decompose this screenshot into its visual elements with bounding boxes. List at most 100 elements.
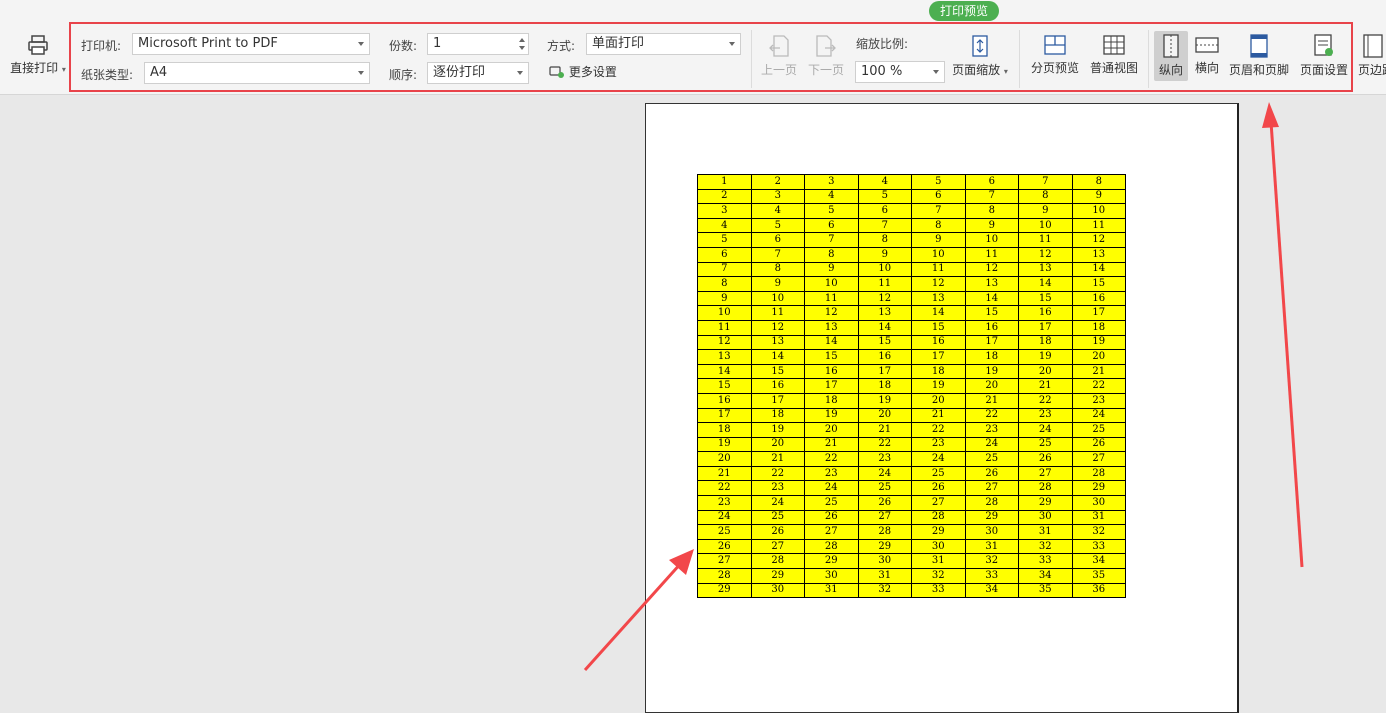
divider [751, 30, 752, 88]
table-cell: 6 [857, 203, 912, 219]
table-cell: 9 [964, 217, 1019, 234]
table-cell: 2 [697, 188, 752, 205]
copies-stepper[interactable]: 1 [427, 33, 529, 55]
table-cell: 22 [964, 407, 1019, 424]
table-cell: 14 [750, 349, 805, 365]
page-break-preview-button[interactable]: 分页预览 [1027, 34, 1083, 76]
table-cell: 20 [750, 436, 805, 453]
table-cell: 8 [750, 261, 805, 278]
order-value: 逐份打印 [433, 65, 486, 80]
table-cell: 4 [804, 188, 859, 205]
table-cell: 26 [1018, 451, 1073, 467]
table-cell: 24 [911, 451, 966, 467]
table-row: 13 14 15 16 17 18 19 20 [697, 349, 1126, 365]
table-cell: 12 [911, 276, 966, 292]
margins-label: 页边距 [1358, 63, 1386, 77]
table-cell: 12 [964, 261, 1019, 278]
table-cell: 6 [804, 217, 859, 234]
table-cell: 19 [857, 392, 912, 409]
table-cell: 27 [857, 509, 912, 526]
table-cell: 22 [1018, 392, 1073, 409]
table-cell: 11 [964, 246, 1019, 263]
table-cell: 19 [1071, 334, 1126, 351]
print-preview-tab[interactable]: 打印预览 [929, 1, 999, 21]
mode-select[interactable]: 单面打印 [586, 33, 741, 55]
table-cell: 3 [804, 174, 859, 190]
table-cell: 7 [1018, 174, 1073, 190]
stepper-arrows-icon[interactable] [519, 36, 525, 52]
table-cell: 33 [911, 582, 966, 599]
header-footer-button[interactable]: 页眉和页脚 [1226, 34, 1292, 78]
header-footer-icon [1250, 34, 1268, 58]
table-cell: 21 [697, 465, 752, 482]
table-cell: 22 [750, 465, 805, 482]
table-cell: 19 [750, 422, 805, 438]
table-cell: 15 [1018, 290, 1073, 307]
table-cell: 19 [804, 407, 859, 424]
margins-button[interactable]: 页边距 [1358, 34, 1386, 78]
printer-select[interactable]: Microsoft Print to PDF [132, 33, 370, 55]
table-row: 9 10 11 12 13 14 15 16 [697, 290, 1126, 307]
table-cell: 9 [750, 276, 805, 292]
portrait-label: 纵向 [1158, 63, 1183, 77]
prev-page-button[interactable]: 上一页 [760, 34, 798, 78]
table-cell: 27 [1071, 451, 1126, 467]
portrait-button[interactable]: 纵向 [1154, 31, 1188, 81]
table-cell: 21 [1018, 378, 1073, 394]
table-row: 24 25 26 27 28 29 30 31 [697, 509, 1126, 526]
table-cell: 32 [1071, 524, 1126, 540]
table-cell: 9 [1018, 203, 1073, 219]
table-cell: 24 [804, 480, 859, 497]
table-cell: 23 [857, 451, 912, 467]
table-row: 26 27 28 29 30 31 32 33 [697, 538, 1126, 555]
paper-value: A4 [150, 65, 168, 80]
table-cell: 29 [857, 538, 912, 555]
table-cell: 29 [1018, 495, 1073, 511]
mode-label: 方式: [547, 39, 576, 53]
table-cell: 23 [964, 422, 1019, 438]
table-cell: 16 [750, 378, 805, 394]
landscape-page-icon [1195, 37, 1219, 53]
normal-view-button[interactable]: 普通视图 [1086, 34, 1142, 76]
table-cell: 12 [804, 305, 859, 321]
table-cell: 10 [964, 232, 1019, 248]
table-cell: 27 [697, 553, 752, 570]
direct-print-button[interactable]: 直接打印 ▾ [8, 34, 68, 76]
printer-value: Microsoft Print to PDF [138, 36, 278, 51]
table-cell: 16 [857, 349, 912, 365]
printer-label: 打印机: [81, 39, 122, 53]
table-cell: 24 [857, 465, 912, 482]
table-cell: 22 [804, 451, 859, 467]
table-cell: 15 [857, 334, 912, 351]
table-cell: 5 [804, 203, 859, 219]
table-cell: 18 [804, 392, 859, 409]
table-row: 12345678 [697, 174, 1126, 190]
table-cell: 11 [1018, 232, 1073, 248]
more-settings-button[interactable]: 更多设置 [549, 63, 617, 80]
page-setup-button[interactable]: 页面设置 [1296, 34, 1352, 78]
table-cell: 9 [1071, 188, 1126, 205]
table-cell: 15 [697, 378, 752, 394]
table-cell: 14 [804, 334, 859, 351]
zoom-select[interactable]: 100 % [855, 61, 945, 83]
grid-view-icon [1103, 35, 1125, 55]
table-cell: 15 [750, 363, 805, 380]
table-cell: 17 [911, 349, 966, 365]
table-cell: 29 [697, 582, 752, 599]
table-cell: 32 [857, 582, 912, 599]
paper-select[interactable]: A4 [144, 62, 370, 84]
zoom-label: 缩放比例: [856, 37, 909, 51]
landscape-button[interactable]: 横向 [1190, 34, 1224, 76]
page-scale-button[interactable]: 页面缩放 ▾ [950, 34, 1010, 78]
next-page-button[interactable]: 下一页 [807, 34, 845, 78]
order-label: 顺序: [389, 68, 418, 82]
page-break-preview-icon [1044, 35, 1066, 55]
table-row: 18 19 20 21 22 23 24 25 [697, 422, 1126, 438]
table-cell: 6 [750, 232, 805, 248]
table-cell: 31 [804, 582, 859, 599]
table-row: 16 17 18 19 20 21 22 23 [697, 392, 1126, 409]
order-select[interactable]: 逐份打印 [427, 62, 529, 84]
table-cell: 20 [1071, 349, 1126, 365]
data-table: 1 2 3 4 5 6 7 8 2 3 4 5 6 7 8 9 3 4 5 6 7 8 9 10 4 5 6 7 8 9 10 11 5 6 7 8 9… [697, 174, 1126, 599]
table-cell: 10 [857, 261, 912, 278]
